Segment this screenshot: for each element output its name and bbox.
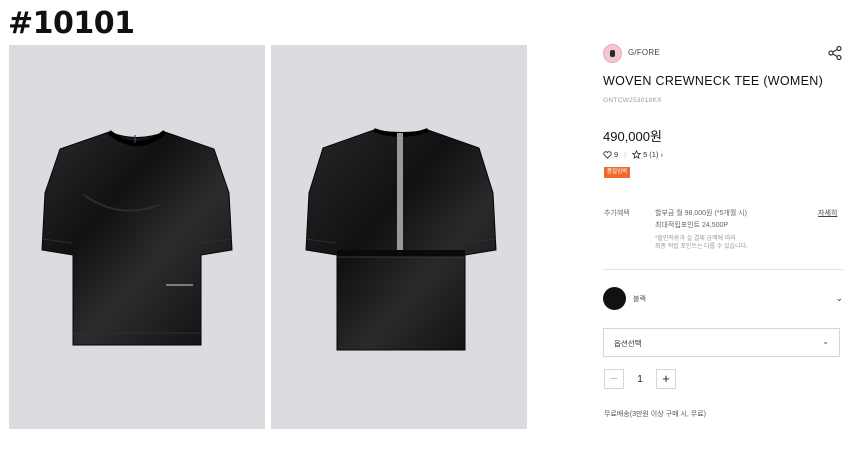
rating-value: 5 xyxy=(643,150,648,159)
chevron-right-icon: › xyxy=(660,150,663,159)
tee-back-illustration xyxy=(305,128,497,351)
chevron-down-icon: ⌄ xyxy=(822,337,829,346)
star-icon xyxy=(632,150,642,159)
brand-name[interactable]: G/FORE xyxy=(628,48,660,57)
quantity-value: 1 xyxy=(637,373,643,385)
option-select-label: 옵션선택 xyxy=(614,339,642,348)
option-select[interactable]: 옵션선택 ⌄ xyxy=(603,328,840,357)
color-selector[interactable]: 블랙 ⌄ xyxy=(603,287,843,311)
heart-icon xyxy=(603,150,612,159)
likes[interactable]: 9 xyxy=(603,150,618,159)
rating[interactable]: 5 (1) › xyxy=(632,150,663,159)
product-code: GNTCW253018KX xyxy=(603,97,662,104)
benefit-note-line: 최종 적립 포인트는 다를 수 있습니다. xyxy=(655,244,748,250)
benefit-note: *할인적용과 실 결제 금액에 따라 최종 적립 포인트는 다를 수 있습니다. xyxy=(655,235,748,251)
details-link[interactable]: 자세히 xyxy=(818,208,837,218)
color-name: 블랙 xyxy=(633,296,646,303)
product-image-back[interactable] xyxy=(271,45,527,429)
likes-count: 9 xyxy=(614,150,619,159)
quantity-decrease-button[interactable]: − xyxy=(604,369,624,389)
color-swatch[interactable] xyxy=(603,287,626,310)
tee-front-illustration xyxy=(41,130,233,346)
installment-info: 할부금 월 98,000원 (*5개월 시) xyxy=(655,210,747,217)
product-title: WOVEN CREWNECK TEE (WOMEN) xyxy=(603,74,824,88)
share-icon[interactable] xyxy=(827,45,843,61)
status-badge: 품절임박 xyxy=(604,167,631,178)
benefit-note-line: *할인적용과 실 결제 금액에 따라 xyxy=(655,236,736,242)
page-id: #10101 xyxy=(8,6,135,41)
brand-logo[interactable] xyxy=(603,44,622,63)
meta-divider: | xyxy=(624,150,627,159)
benefit-label: 추가혜택 xyxy=(604,210,630,217)
quantity-stepper: − 1 + xyxy=(604,369,676,389)
brand-row: G/FORE xyxy=(603,44,843,64)
shipping-info: 무료배송(3만원 이상 구매 시, 무료) xyxy=(604,411,706,418)
product-image-front[interactable] xyxy=(9,45,265,429)
points-info: 최대적립포인트 24,500P xyxy=(655,222,729,229)
review-count: (1) xyxy=(649,150,659,159)
chevron-down-icon[interactable]: ⌄ xyxy=(835,293,843,304)
divider xyxy=(603,269,843,270)
product-meta: 9 | 5 (1) › xyxy=(603,150,663,159)
product-price: 490,000원 xyxy=(603,129,662,144)
benefit-lines: 할부금 월 98,000원 (*5개월 시) 최대적립포인트 24,500P xyxy=(655,208,747,232)
quantity-increase-button[interactable]: + xyxy=(656,369,676,389)
